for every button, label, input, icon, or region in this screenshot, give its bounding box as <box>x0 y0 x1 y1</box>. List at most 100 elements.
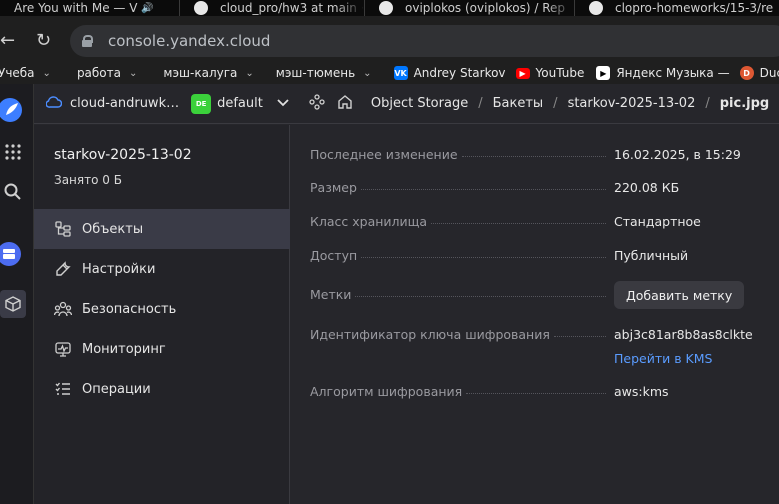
apps-grid-icon[interactable] <box>0 138 26 166</box>
bookmark-link[interactable]: ▶ YouTube <box>515 66 585 80</box>
users-icon <box>54 300 72 318</box>
folder-selector[interactable]: default <box>217 96 263 111</box>
chevron-down-icon: ⌄ <box>363 67 372 79</box>
search-icon[interactable] <box>0 178 26 206</box>
prop-key: Последнее изменение <box>310 146 458 162</box>
bookmark-label: Яндекс Музыка — <box>616 66 730 80</box>
prop-key: Доступ <box>310 247 358 263</box>
breadcrumb-separator: / <box>553 96 558 111</box>
kms-link[interactable]: Перейти в KMS <box>614 351 712 366</box>
browser-toolbar: ← ↻ console.yandex.cloud <box>0 16 779 66</box>
breadcrumb-item[interactable]: Бакеты <box>493 96 544 111</box>
sidebar-item-settings[interactable]: Настройки <box>34 249 290 289</box>
chevron-down-icon: ⌄ <box>245 67 254 79</box>
url-text: console.yandex.cloud <box>108 32 271 50</box>
bookmarks-bar: Учеба ⌄ работа ⌄ мэш-калуга ⌄ мэш-тюмень… <box>0 62 779 84</box>
prop-key: Алгоритм шифрования <box>310 383 463 399</box>
bookmark-label: работа <box>76 66 121 80</box>
sidebar-item-objects[interactable]: Объекты <box>34 209 290 249</box>
youtube-icon: ▶ <box>515 67 530 79</box>
bucket-sidebar: starkov-2025-13-02 Занято 0 Б Объекты На… <box>34 125 290 504</box>
browser-tab[interactable]: clopro-homeworks/15-3/re <box>575 0 779 16</box>
bookmark-label: мэш-тюмень <box>275 66 356 80</box>
breadcrumb-item[interactable]: Object Storage <box>371 96 468 111</box>
console-topbar: cloud-andruwk… DE default Object Storage… <box>34 84 779 124</box>
bookmark-label: YouTube <box>535 66 585 80</box>
cloud-selector[interactable]: cloud-andruwk… <box>70 96 179 111</box>
prop-value: aws:kms <box>614 383 669 399</box>
address-bar[interactable]: console.yandex.cloud <box>70 25 779 57</box>
browser-tab[interactable]: Are You with Me — V 🔊 <box>0 0 180 16</box>
sidebar-item-label: Безопасность <box>82 301 177 317</box>
tab-title: oviplokos (oviplokos) / Rep <box>405 1 566 15</box>
storage-icon[interactable] <box>0 240 26 268</box>
bookmark-label: Andrey Starkov <box>413 66 506 80</box>
sidebar-item-security[interactable]: Безопасность <box>34 289 290 329</box>
github-icon <box>194 1 208 15</box>
home-icon[interactable] <box>337 94 353 114</box>
bookmark-link[interactable]: VK Andrey Starkov <box>393 66 506 80</box>
github-icon <box>379 1 393 15</box>
bookmark-label: Учеба <box>0 66 35 80</box>
objects-icon <box>54 220 72 238</box>
prop-key: Метки <box>310 286 352 302</box>
prop-encryption-key-id: Идентификатор ключа шифрования abj3c81ar… <box>310 324 770 344</box>
sidebar-item-label: Мониторинг <box>82 341 166 357</box>
bookmark-link[interactable]: D Duck.a <box>739 66 779 80</box>
folder-badge: DE <box>191 93 212 114</box>
chevron-down-icon[interactable] <box>277 96 289 111</box>
bookmark-folder[interactable]: мэш-тюмень ⌄ <box>276 66 372 80</box>
prop-encryption-algorithm: Алгоритм шифрования aws:kms <box>310 381 770 401</box>
bucket-usage: Занято 0 Б <box>54 173 122 187</box>
bookmark-folder[interactable]: мэш-калуга ⌄ <box>163 66 253 80</box>
sidebar-item-operations[interactable]: Операции <box>34 369 290 409</box>
prop-storage-class: Класс хранилища Стандартное <box>310 211 770 231</box>
browser-tab[interactable]: oviplokos (oviplokos) / Rep <box>365 0 575 16</box>
yandex-cloud-logo-icon[interactable] <box>0 96 26 124</box>
prop-key: Идентификатор ключа шифрования <box>310 326 550 342</box>
left-rail <box>0 84 34 504</box>
bookmark-folder[interactable]: работа ⌄ <box>77 66 137 80</box>
prop-access: Доступ Публичный <box>310 245 770 265</box>
bookmark-link[interactable]: ▶ Яндекс Музыка — <box>596 66 730 80</box>
reload-icon[interactable]: ↻ <box>36 30 51 51</box>
duckduckgo-icon: D <box>739 66 754 80</box>
prop-size: Размер 220.08 КБ <box>310 177 770 197</box>
github-icon <box>589 1 603 15</box>
prop-value: 220.08 КБ <box>614 179 680 195</box>
object-details: Последнее изменение 16.02.2025, в 15:29 … <box>290 125 779 504</box>
cloud-icon <box>45 95 63 112</box>
lock-icon[interactable] <box>82 35 93 47</box>
prop-key: Размер <box>310 179 357 195</box>
bucket-name: starkov-2025-13-02 <box>54 147 192 163</box>
browser-tab[interactable]: cloud_pro/hw3 at main · st <box>180 0 365 16</box>
bookmark-label: Duck.a <box>759 66 779 80</box>
prop-value: Стандартное <box>614 213 701 229</box>
sidebar-item-label: Операции <box>82 381 151 397</box>
chevron-down-icon: ⌄ <box>42 67 51 79</box>
prop-value: Публичный <box>614 247 689 263</box>
service-map-icon[interactable] <box>309 93 325 114</box>
back-arrow-icon[interactable]: ← <box>0 30 15 51</box>
bookmark-label: мэш-калуга <box>163 66 238 80</box>
object-storage-cube-icon[interactable] <box>0 290 26 318</box>
sidebar-item-monitoring[interactable]: Мониторинг <box>34 329 290 369</box>
bookmark-folder[interactable]: Учеба ⌄ <box>0 66 51 80</box>
wrench-icon <box>54 260 72 278</box>
breadcrumb-separator: / <box>705 96 710 111</box>
add-label-button[interactable]: Добавить метку <box>614 281 745 309</box>
prop-key: Класс хранилища <box>310 213 428 229</box>
breadcrumb-current: pic.jpg <box>719 96 770 111</box>
yandex-music-icon: ▶ <box>596 66 611 80</box>
prop-value: 16.02.2025, в 15:29 <box>614 146 741 162</box>
sidebar-item-label: Объекты <box>82 221 144 237</box>
prop-value: abj3c81ar8b8as8clkte <box>614 326 753 342</box>
breadcrumb-item[interactable]: starkov-2025-13-02 <box>568 96 696 111</box>
console-app: cloud-andruwk… DE default Object Storage… <box>0 84 779 504</box>
monitor-icon <box>54 340 72 358</box>
chevron-down-icon: ⌄ <box>129 67 138 79</box>
sidebar-item-label: Настройки <box>82 261 156 277</box>
browser-tab-strip: Are You with Me — V 🔊 cloud_pro/hw3 at m… <box>0 0 779 16</box>
list-icon <box>54 380 72 398</box>
vk-icon: VK <box>393 66 408 80</box>
